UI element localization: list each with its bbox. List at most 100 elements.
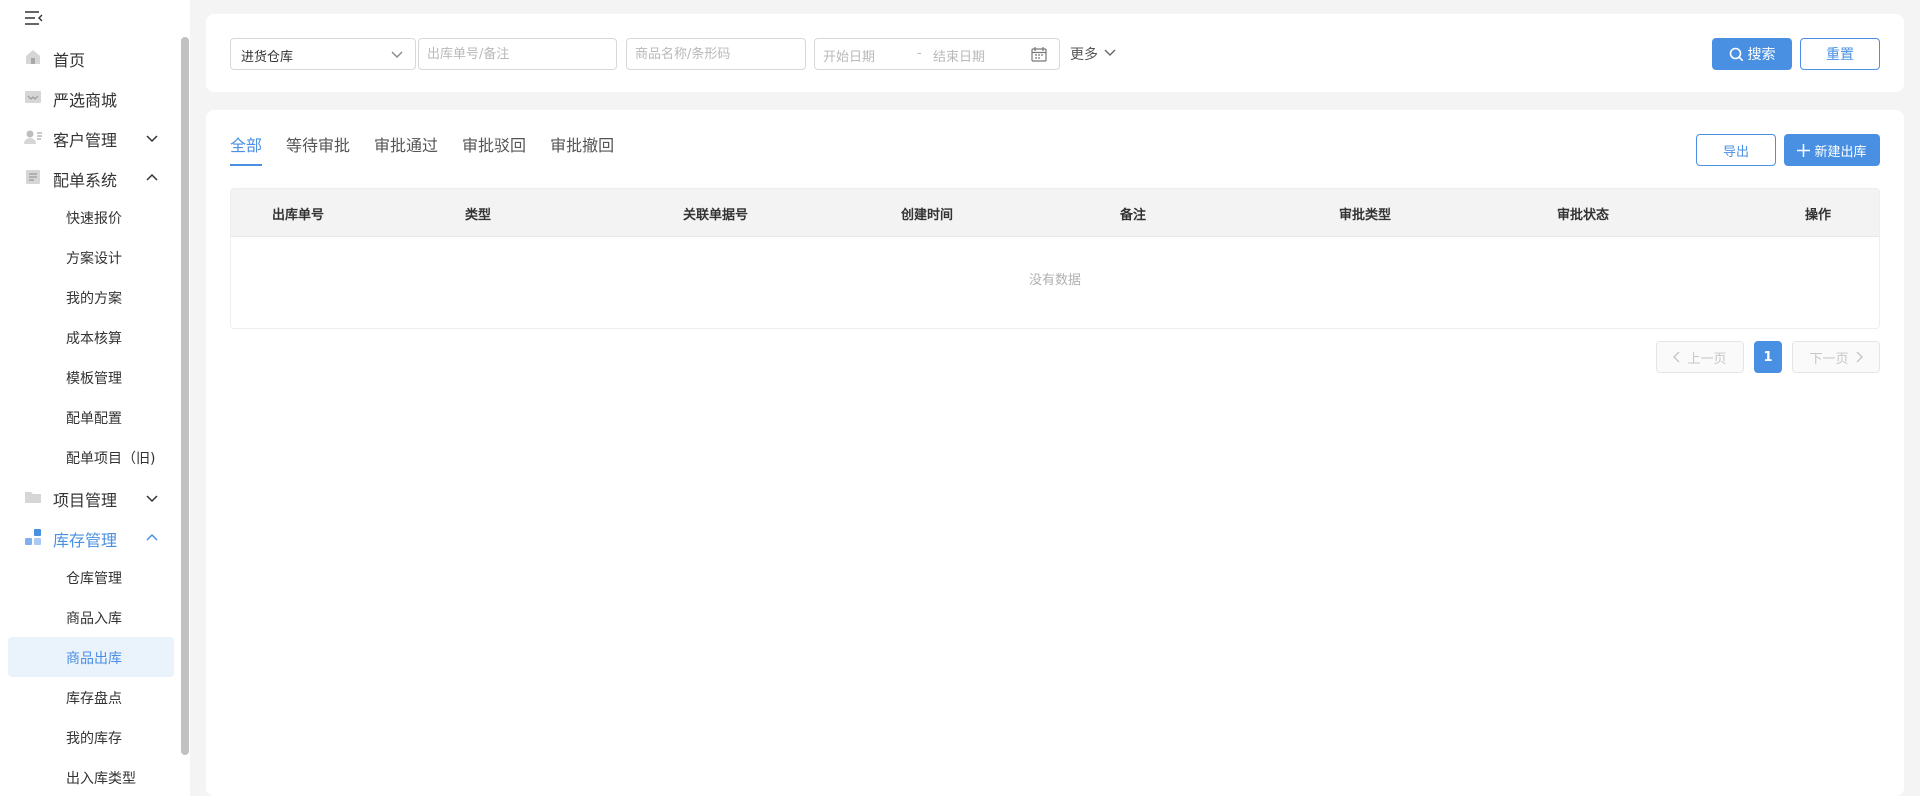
sidebar-subitem-my-plans[interactable]: 我的方案 (0, 277, 176, 317)
sidebar-subitem-cost-accounting[interactable]: 成本核算 (0, 317, 176, 357)
sidebar-subitem-label: 配单项目（旧) (66, 451, 156, 467)
sidebar-subitem-label: 配单配置 (66, 411, 122, 427)
order-number-input-wrap (418, 38, 617, 70)
customer-icon (24, 129, 42, 145)
chevron-down-icon (1104, 46, 1116, 62)
sidebar-subitem-order-projects-old[interactable]: 配单项目（旧) (0, 437, 176, 477)
goods-search-input[interactable] (627, 39, 805, 69)
sidebar-subitem-template-management[interactable]: 模板管理 (0, 357, 176, 397)
column-header: 关联单据号 (683, 208, 749, 223)
start-date-placeholder: 开始日期 (823, 50, 876, 65)
sidebar-item-inventory[interactable]: 库存管理 (0, 517, 176, 557)
sidebar-item-order-system[interactable]: 配单系统 (0, 157, 176, 197)
sidebar: 首页 严选商城 客户管理 配单系统 快速报价 方案设计 我的方案 成本核算 模板… (0, 0, 190, 796)
chevron-left-icon (1673, 351, 1681, 363)
folder-icon (24, 489, 42, 505)
sidebar-subitem-label: 方案设计 (66, 251, 122, 267)
empty-state-text: 没有数据 (1028, 273, 1081, 288)
more-filters-toggle[interactable]: 更多 (1070, 44, 1116, 64)
tab-pending-approval[interactable]: 等待审批 (286, 132, 350, 166)
sidebar-subitem-my-inventory[interactable]: 我的库存 (0, 717, 176, 757)
tab-withdrawn[interactable]: 审批撤回 (550, 132, 614, 166)
chevron-right-icon (1855, 351, 1863, 363)
document-icon (24, 169, 42, 185)
sidebar-subitem-goods-outbound[interactable]: 商品出库 (8, 637, 174, 677)
sidebar-subitem-stocktaking[interactable]: 库存盘点 (0, 677, 176, 717)
prev-page-label: 上一页 (1687, 351, 1727, 367)
search-panel: 进货仓库 开始日期 - 结束日期 更多 搜索 重置 (206, 14, 1904, 92)
column-header: 操作 (1805, 208, 1832, 223)
sidebar-subitem-goods-inbound[interactable]: 商品入库 (0, 597, 176, 637)
order-number-input[interactable] (419, 39, 616, 69)
outbound-list-card: 全部 等待审批 审批通过 审批驳回 审批撤回 导出 新建出库 出库单号 类型 关… (206, 110, 1904, 796)
tab-rejected[interactable]: 审批驳回 (462, 132, 526, 166)
sidebar-nav: 首页 严选商城 客户管理 配单系统 快速报价 方案设计 我的方案 成本核算 模板… (0, 37, 176, 796)
sidebar-item-label: 严选商城 (53, 91, 118, 110)
sidebar-subitem-label: 库存盘点 (66, 691, 122, 707)
outbound-table: 出库单号 类型 关联单据号 创建时间 备注 审批类型 审批状态 操作 没有数据 (230, 188, 1880, 329)
chevron-up-icon (145, 170, 159, 184)
more-filters-label: 更多 (1070, 47, 1098, 63)
sidebar-item-label: 客户管理 (53, 131, 118, 150)
column-header: 审批状态 (1557, 208, 1610, 223)
sidebar-item-project-management[interactable]: 项目管理 (0, 477, 176, 517)
export-button-label: 导出 (1722, 144, 1749, 160)
sidebar-subitem-label: 仓库管理 (66, 571, 122, 587)
sidebar-subitem-order-config[interactable]: 配单配置 (0, 397, 176, 437)
tab-all[interactable]: 全部 (230, 132, 263, 166)
sidebar-item-home[interactable]: 首页 (0, 37, 176, 77)
menu-collapse-icon[interactable] (24, 10, 44, 26)
search-button[interactable]: 搜索 (1712, 38, 1792, 70)
status-tabs: 全部 等待审批 审批通过 审批驳回 审批撤回 (230, 132, 614, 166)
prev-page-button[interactable]: 上一页 (1656, 341, 1744, 373)
sidebar-subitem-label: 我的库存 (66, 731, 122, 747)
sidebar-item-customers[interactable]: 客户管理 (0, 117, 176, 157)
date-range-picker[interactable]: 开始日期 - 结束日期 (814, 38, 1060, 70)
column-header: 备注 (1120, 208, 1147, 223)
sidebar-item-label: 配单系统 (53, 171, 118, 190)
new-outbound-button-label: 新建出库 (1814, 144, 1867, 160)
chevron-down-icon (391, 48, 403, 64)
chevron-down-icon (145, 130, 159, 144)
export-button[interactable]: 导出 (1696, 134, 1776, 166)
tab-approved[interactable]: 审批通过 (374, 132, 438, 166)
column-header: 审批类型 (1339, 208, 1392, 223)
sidebar-subitem-label: 商品出库 (66, 651, 122, 667)
sidebar-subitem-plan-design[interactable]: 方案设计 (0, 237, 176, 277)
column-header: 类型 (465, 208, 492, 223)
sidebar-subitem-label: 商品入库 (66, 611, 122, 627)
chevron-up-icon (145, 530, 159, 544)
sidebar-subitem-label: 我的方案 (66, 291, 122, 307)
sidebar-subitem-label: 成本核算 (66, 331, 122, 347)
mall-icon (24, 89, 42, 105)
next-page-label: 下一页 (1809, 351, 1849, 367)
calendar-icon (1031, 47, 1047, 66)
sidebar-subitem-warehouse-management[interactable]: 仓库管理 (0, 557, 176, 597)
sidebar-subitem-label: 模板管理 (66, 371, 122, 387)
sidebar-subitem-inout-types[interactable]: 出入库类型 (0, 757, 176, 796)
sidebar-item-mall[interactable]: 严选商城 (0, 77, 176, 117)
search-button-label: 搜索 (1747, 47, 1776, 63)
inventory-icon (24, 529, 42, 545)
new-outbound-button[interactable]: 新建出库 (1784, 134, 1880, 166)
sidebar-subitem-label: 出入库类型 (66, 771, 136, 787)
reset-button[interactable]: 重置 (1800, 38, 1880, 70)
sidebar-item-label: 库存管理 (53, 531, 118, 550)
sidebar-scrollbar[interactable] (181, 37, 189, 755)
chevron-down-icon (145, 490, 159, 504)
warehouse-select-value: 进货仓库 (241, 50, 294, 65)
reset-button-label: 重置 (1826, 47, 1854, 63)
plus-icon (1797, 143, 1811, 157)
sidebar-item-label: 首页 (53, 51, 86, 70)
warehouse-select[interactable]: 进货仓库 (230, 38, 416, 70)
page-number-current[interactable]: 1 (1754, 341, 1782, 373)
date-separator: - (917, 46, 922, 61)
home-icon (24, 49, 42, 65)
goods-input-wrap (626, 38, 806, 70)
table-header: 出库单号 类型 关联单据号 创建时间 备注 审批类型 审批状态 操作 (231, 189, 1879, 237)
sidebar-subitem-label: 快速报价 (66, 211, 122, 227)
sidebar-subitem-quick-quote[interactable]: 快速报价 (0, 197, 176, 237)
end-date-placeholder: 结束日期 (933, 50, 986, 65)
next-page-button[interactable]: 下一页 (1792, 341, 1880, 373)
search-icon (1729, 47, 1744, 62)
